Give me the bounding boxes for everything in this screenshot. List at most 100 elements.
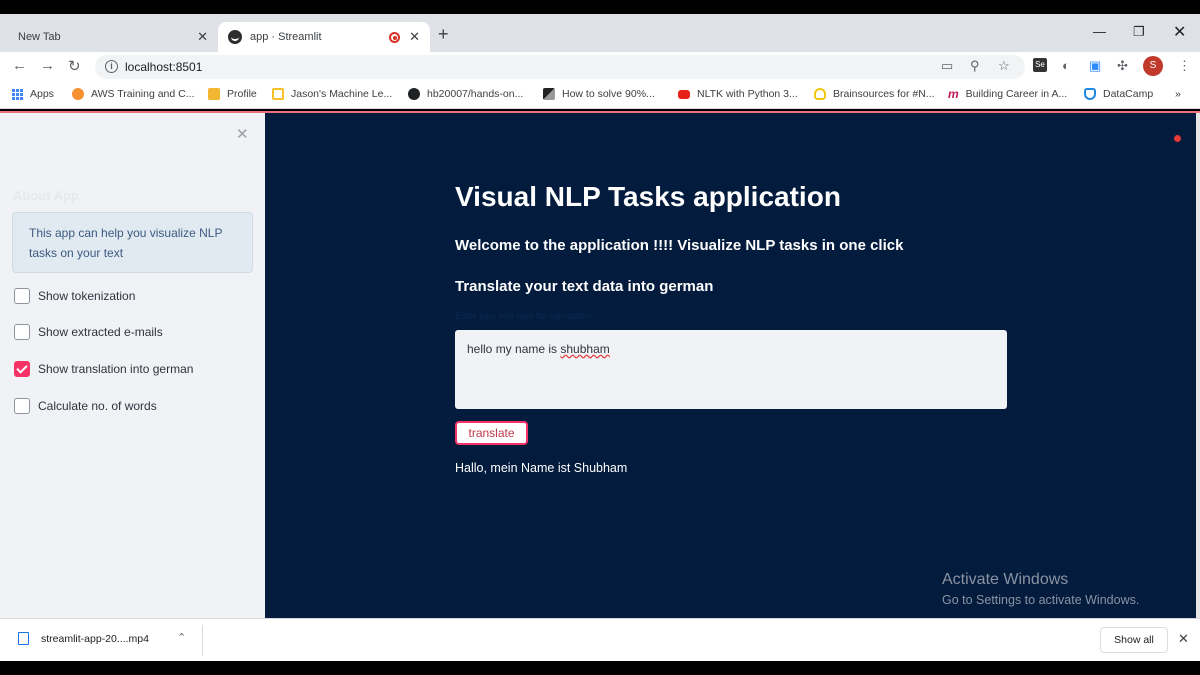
chevron-up-icon[interactable]: ⌃ [177,631,186,644]
more-bookmarks-label: » [1175,88,1181,100]
translation-result: Hallo, mein Name ist Shubham [455,461,628,475]
bookmarks-bar: Apps AWS Training and C... Profile Jason… [0,82,1200,109]
checkbox-label: Show tokenization [38,289,136,303]
bookmark-github[interactable]: hb20007/hands-on... [408,88,523,100]
extension-se-icon[interactable]: Se [1033,58,1047,72]
checkbox-show-translation[interactable]: Show translation into german [14,361,193,377]
sidebar-close-icon[interactable]: ✕ [236,125,249,143]
restore-icon[interactable]: ❐ [1133,24,1145,40]
profile-avatar[interactable]: S [1143,56,1163,76]
bookmark-label: Jason's Machine Le... [291,88,393,100]
bookmark-how-to-solve[interactable]: How to solve 90%... [543,88,655,100]
main-content: Visual NLP Tasks application Welcome to … [265,113,1200,618]
bookmark-datacamp[interactable]: DataCamp [1084,88,1153,100]
screen: New Tab ✕ app · Streamlit ✕ + — ❐ ✕ ← → … [0,0,1200,675]
checkbox-label: Calculate no. of words [38,399,157,413]
browser-toolbar: ← → ↻ i localhost:8501 ▭ ⚲ ☆ Se ◐ ▣ ✣ S … [0,52,1200,82]
text-area-label: Enter your text here for translation [455,311,592,321]
bookmark-label: NLTK with Python 3... [697,88,798,100]
bookmark-building-career[interactable]: m Building Career in A... [948,88,1067,100]
checkbox-label: Show extracted e-mails [38,325,163,339]
checkbox-word-count[interactable]: Calculate no. of words [14,398,157,414]
bookmark-aws[interactable]: AWS Training and C... [72,88,195,100]
menu-kebab-icon[interactable]: ⋮ [1178,58,1191,74]
tab-label: app · Streamlit [250,31,322,43]
checkbox-label: Show translation into german [38,362,194,376]
download-bar: streamlit-app-20....mp4 ⌃ Show all ✕ [0,618,1200,661]
bookmark-label: Building Career in A... [965,88,1068,100]
extension-zoom-icon[interactable]: ▣ [1089,58,1101,74]
extension-circle-icon[interactable]: ◐ [1062,58,1070,73]
show-all-button[interactable]: Show all [1100,627,1168,653]
package-icon [208,88,220,100]
zoom-icon[interactable]: ⚲ [970,58,980,74]
bulb-icon [814,88,826,100]
bookmark-nltk[interactable]: NLTK with Python 3... [678,88,798,100]
sidebar: ✕ About App This app can help you visual… [0,113,265,618]
bookmark-jasons[interactable]: Jason's Machine Le... [272,88,392,100]
watermark-line2: Go to Settings to activate Windows. [942,593,1140,607]
bookmark-label: Brainsources for #N... [833,88,935,100]
m-logo-icon: m [948,87,959,101]
windows-activation-watermark: Activate Windows Go to Settings to activ… [942,571,1139,607]
close-icon[interactable]: ✕ [197,29,208,45]
close-icon[interactable]: ✕ [1178,631,1189,647]
checkbox-box[interactable] [14,398,30,414]
bookmark-label: Apps [30,88,54,100]
forward-arrow-icon[interactable]: → [40,57,55,74]
misspelled-word: shubham [560,342,610,356]
new-tab-plus-icon[interactable]: + [438,24,449,45]
window-close-icon[interactable]: ✕ [1173,22,1186,42]
download-filename: streamlit-app-20....mp4 [41,632,149,645]
translate-button[interactable]: translate [455,421,528,445]
github-icon [408,88,420,100]
recording-icon [389,32,400,43]
bookmark-yellow-icon [272,88,284,100]
bookmark-label: Profile [227,88,257,100]
cast-icon[interactable]: ▭ [941,58,953,74]
divider [202,625,203,656]
checkbox-box[interactable] [14,324,30,340]
sidebar-heading: About App [13,188,79,203]
checkbox-box[interactable] [14,288,30,304]
youtube-icon [678,89,690,99]
bookmark-apps[interactable]: Apps [12,88,54,100]
tab-label: New Tab [18,31,61,43]
more-bookmarks-chevron-icon[interactable]: » [1175,88,1181,100]
running-indicator-icon [1174,135,1181,142]
streamlit-favicon-icon [228,30,242,44]
site-info-icon[interactable]: i [105,60,118,73]
checkbox-show-tokenization[interactable]: Show tokenization [14,288,135,304]
apps-grid-icon [12,88,23,100]
close-icon[interactable]: ✕ [409,29,420,45]
url-text: localhost:8501 [125,60,203,74]
tab-new-tab[interactable]: New Tab ✕ [8,22,218,52]
scrollbar[interactable] [1196,113,1200,618]
download-item[interactable]: streamlit-app-20....mp4 [18,632,149,645]
tab-strip: New Tab ✕ app · Streamlit ✕ + — ❐ ✕ [0,14,1200,52]
bookmark-label: How to solve 90%... [562,88,655,100]
checkbox-box-checked[interactable] [14,361,30,377]
text-input-area[interactable]: hello my name is shubham [455,330,1007,409]
page-title: Visual NLP Tasks application [455,181,841,212]
subheader: Translate your text data into german [455,278,714,295]
bookmark-label: hb20007/hands-on... [427,88,524,100]
checkbox-show-emails[interactable]: Show extracted e-mails [14,324,163,340]
top-black-band [0,0,1200,14]
bottom-black-band [0,661,1200,675]
welcome-text: Welcome to the application !!!! Visualiz… [455,237,904,254]
star-bookmark-icon[interactable]: ☆ [998,58,1010,74]
bookmark-brainsources[interactable]: Brainsources for #N... [814,88,935,100]
minimize-icon[interactable]: — [1093,24,1106,39]
tab-streamlit-app[interactable]: app · Streamlit ✕ [218,22,430,52]
datacamp-icon [1084,88,1096,100]
bookmark-label: DataCamp [1103,88,1154,100]
back-arrow-icon[interactable]: ← [12,57,27,74]
bookmark-label: AWS Training and C... [91,88,195,100]
medium-icon [543,88,555,100]
extensions-puzzle-icon[interactable]: ✣ [1117,58,1128,74]
reload-icon[interactable]: ↻ [68,57,81,75]
watermark-line1: Activate Windows [942,571,1069,588]
address-bar[interactable]: i localhost:8501 [95,55,1025,79]
bookmark-profile[interactable]: Profile [208,88,257,100]
